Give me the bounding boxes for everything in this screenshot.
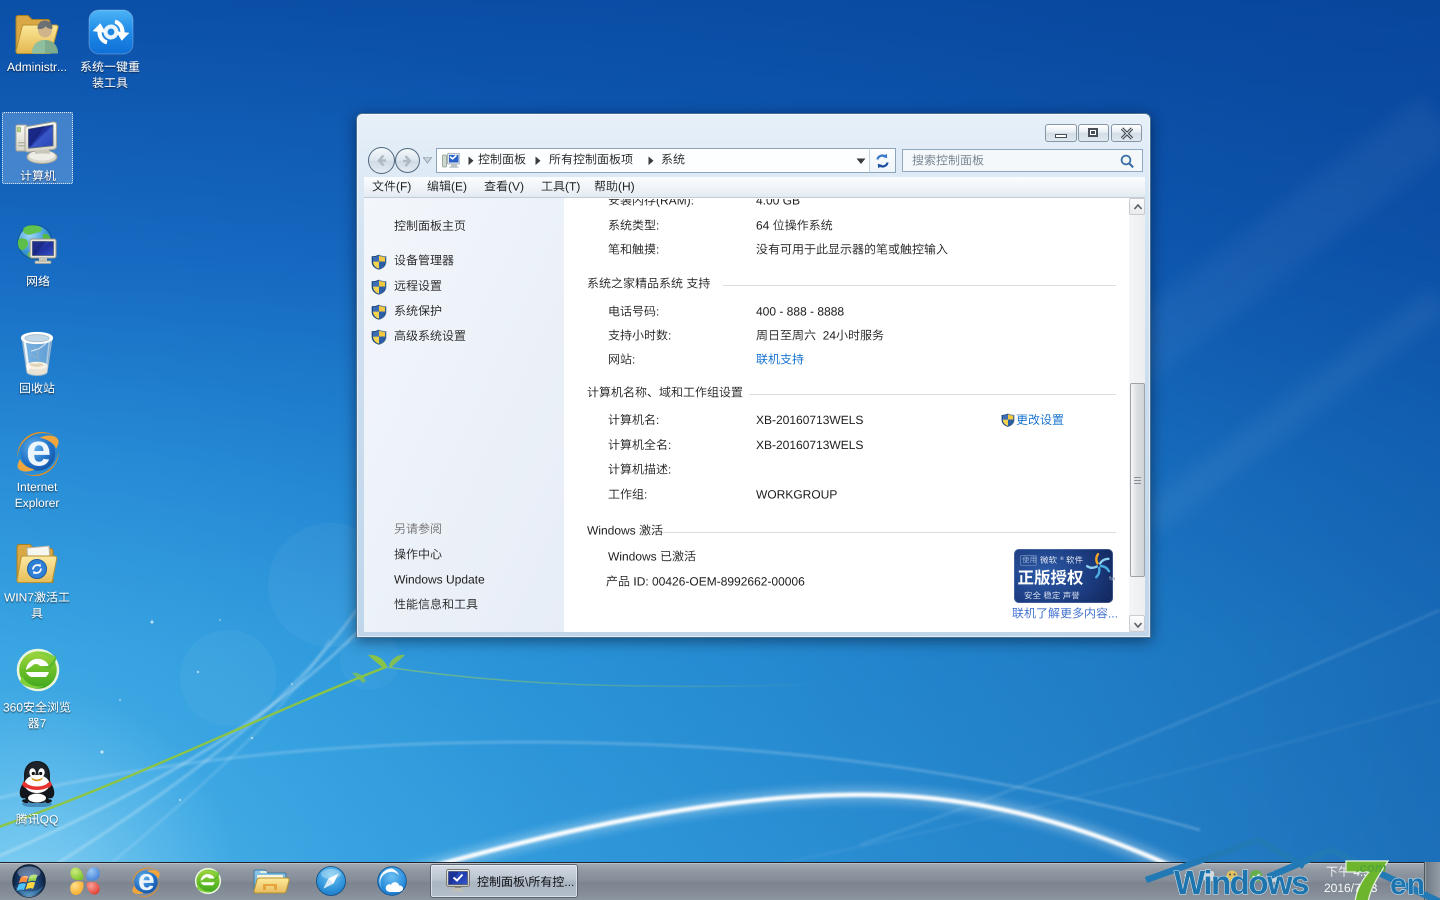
- svg-text:Windows: Windows: [1174, 864, 1308, 900]
- svg-text:en: en: [1390, 868, 1425, 900]
- svg-text:.com: .com: [1356, 860, 1387, 875]
